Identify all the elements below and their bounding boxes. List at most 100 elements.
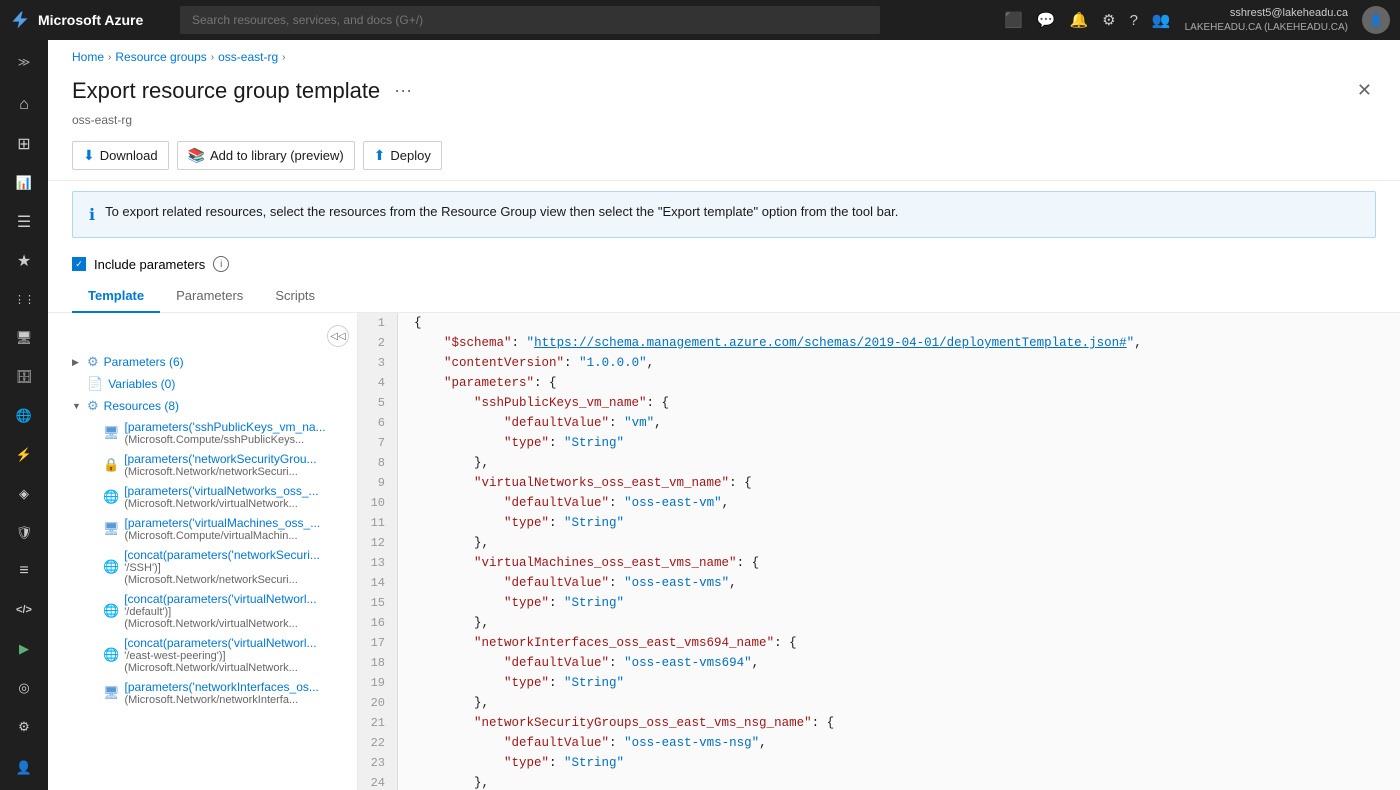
favorites-icon[interactable]: ★ (4, 242, 44, 279)
line-content-21: "networkSecurityGroups_oss_east_vms_nsg_… (398, 713, 834, 733)
code-line-24: 24 }, (358, 773, 1400, 790)
code-line-14: 14 "defaultValue": "oss-east-vms", (358, 573, 1400, 593)
nic-sub: (Microsoft.Network/networkInterfa... (125, 694, 319, 706)
code-line-11: 11 "type": "String" (358, 513, 1400, 533)
line-content-1: { (398, 313, 422, 333)
security-icon[interactable]: 🛡 (4, 514, 44, 551)
tree-item-concat-peering[interactable]: 🌐 [concat(parameters('virtualNetworl... … (48, 633, 357, 677)
line-num-18: 18 (358, 653, 398, 673)
list-icon[interactable]: ☰ (4, 203, 44, 240)
line-num-24: 24 (358, 773, 398, 790)
avatar[interactable]: 👤 (1362, 6, 1390, 34)
azure-logo-area: Microsoft Azure (10, 10, 170, 30)
notifications-icon[interactable]: 🔔 (1069, 11, 1088, 29)
tab-template[interactable]: Template (72, 280, 160, 313)
person-icon[interactable]: 👤 (4, 749, 44, 786)
home-icon[interactable]: ⌂ (4, 87, 44, 124)
breadcrumb-rg[interactable]: oss-east-rg (218, 50, 278, 64)
close-button[interactable]: ✕ (1353, 76, 1376, 105)
tab-parameters[interactable]: Parameters (160, 280, 259, 313)
tree-panel-header: ◁◁ (48, 321, 357, 351)
globe-icon[interactable]: 🌐 (4, 398, 44, 435)
line-content-17: "networkInterfaces_oss_east_vms694_name"… (398, 633, 797, 653)
tree-item-ssh[interactable]: 🖥 [parameters('sshPublicKeys_vm_na... (M… (48, 417, 357, 449)
line-num-15: 15 (358, 593, 398, 613)
settings-sidebar-icon[interactable]: ⚙ (4, 708, 44, 745)
concat-ssh-icon: 🌐 (103, 559, 119, 575)
activity-icon[interactable]: 📊 (4, 165, 44, 202)
line-num-13: 13 (358, 553, 398, 573)
tree-node-parameters[interactable]: ▶ ⚙ Parameters (6) (48, 351, 357, 373)
tree-item-concat-default[interactable]: 🌐 [concat(parameters('virtualNetworl... … (48, 589, 357, 633)
more-button[interactable]: ··· (394, 80, 412, 101)
tree-node-variables[interactable]: 📄 Variables (0) (48, 373, 357, 395)
help-icon[interactable]: ? (1130, 12, 1138, 29)
main-layout: ≫ ⌂ ⊞ 📊 ☰ ★ ⋮⋮ 🖥 🗄 🌐 ⚡ ◈ 🛡 ≡ </> ▶ ◎ ⚙ 👤… (0, 40, 1400, 790)
line-content-15: "type": "String" (398, 593, 624, 613)
tree-node-resources[interactable]: ▼ ⚙ Resources (8) (48, 395, 357, 417)
schema-url-link[interactable]: https://schema.management.azure.com/sche… (534, 336, 1127, 350)
code-line-21: 21 "networkSecurityGroups_oss_east_vms_n… (358, 713, 1400, 733)
tree-item-concat-ssh[interactable]: 🌐 [concat(parameters('networkSecuri... '… (48, 545, 357, 589)
code-line-3: 3 "contentVersion": "1.0.0.0", (358, 353, 1400, 373)
vm-sub: (Microsoft.Compute/virtualMachin... (125, 530, 321, 542)
cube-icon[interactable]: ◈ (4, 475, 44, 512)
dashboard-icon[interactable]: ⊞ (4, 126, 44, 163)
tab-scripts[interactable]: Scripts (259, 280, 331, 313)
user-info: sshrest5@lakeheadu.ca LAKEHEADU.CA (LAKE… (1185, 6, 1348, 33)
breadcrumb-home[interactable]: Home (72, 50, 104, 64)
code-line-15: 15 "type": "String" (358, 593, 1400, 613)
monitor-icon[interactable]: 🖥 (4, 320, 44, 357)
include-params-bar: ✓ Include parameters i (48, 248, 1400, 280)
line-content-5: "sshPublicKeys_vm_name": { (398, 393, 669, 413)
lightning-icon[interactable]: ⚡ (4, 436, 44, 473)
cloud-shell-icon[interactable]: ⬛ (1004, 11, 1023, 29)
target-icon[interactable]: ◎ (4, 670, 44, 707)
database-icon[interactable]: 🗄 (4, 359, 44, 396)
line-num-22: 22 (358, 733, 398, 753)
deploy-icon[interactable]: ▶ (4, 631, 44, 668)
portal-icon[interactable]: 👥 (1152, 11, 1171, 29)
expand-sidebar-button[interactable]: ≫ (4, 44, 44, 81)
breadcrumb-sep-1: › (108, 52, 111, 63)
line-content-13: "virtualMachines_oss_east_vms_name": { (398, 553, 759, 573)
ssh-text: [parameters('sshPublicKeys_vm_na... (125, 420, 326, 434)
code-line-7: 7 "type": "String" (358, 433, 1400, 453)
deploy-icon-toolbar: ⬆ (374, 147, 386, 164)
grid-icon[interactable]: ⋮⋮ (4, 281, 44, 318)
breadcrumb-sep-3: › (282, 52, 285, 63)
variables-label: Variables (0) (108, 377, 175, 391)
breadcrumb-resource-groups[interactable]: Resource groups (115, 50, 206, 64)
line-content-10: "defaultValue": "oss-east-vm", (398, 493, 729, 513)
concat-peering-text: [concat(parameters('virtualNetworl... (124, 636, 316, 650)
ssh-icon: 🖥 (103, 425, 120, 441)
collapse-panel-button[interactable]: ◁◁ (327, 325, 349, 347)
code-line-8: 8 }, (358, 453, 1400, 473)
line-num-17: 17 (358, 633, 398, 653)
tree-item-vnet[interactable]: 🌐 [parameters('virtualNetworks_oss_... (… (48, 481, 357, 513)
tree-item-nic[interactable]: 🖥 [parameters('networkInterfaces_os... (… (48, 677, 357, 709)
feedback-icon[interactable]: 💬 (1037, 11, 1056, 29)
settings-icon[interactable]: ⚙ (1102, 11, 1115, 29)
nsg-text: [parameters('networkSecurityGrou... (124, 452, 316, 466)
code-line-20: 20 }, (358, 693, 1400, 713)
line-num-23: 23 (358, 753, 398, 773)
download-button[interactable]: ⬇ Download (72, 141, 169, 170)
nic-text: [parameters('networkInterfaces_os... (125, 680, 319, 694)
concat-default-icon: 🌐 (103, 603, 119, 619)
tree-item-nsg[interactable]: 🔒 [parameters('networkSecurityGrou... (M… (48, 449, 357, 481)
code-icon[interactable]: </> (4, 592, 44, 629)
tree-item-vm[interactable]: 🖥 [parameters('virtualMachines_oss_... (… (48, 513, 357, 545)
vnet-sub: (Microsoft.Network/virtualNetwork... (124, 498, 318, 510)
include-params-info-icon[interactable]: i (213, 256, 229, 272)
add-library-button[interactable]: 📚 Add to library (preview) (177, 141, 355, 170)
include-params-checkbox[interactable]: ✓ (72, 257, 86, 271)
search-input[interactable] (180, 6, 880, 34)
nic-icon: 🖥 (103, 685, 120, 701)
deploy-button[interactable]: ⬆ Deploy (363, 141, 442, 170)
breadcrumb-sep-2: › (211, 52, 214, 63)
menu2-icon[interactable]: ≡ (4, 553, 44, 590)
line-content-14: "defaultValue": "oss-east-vms", (398, 573, 737, 593)
download-label: Download (100, 148, 158, 163)
library-icon: 📚 (188, 147, 205, 164)
